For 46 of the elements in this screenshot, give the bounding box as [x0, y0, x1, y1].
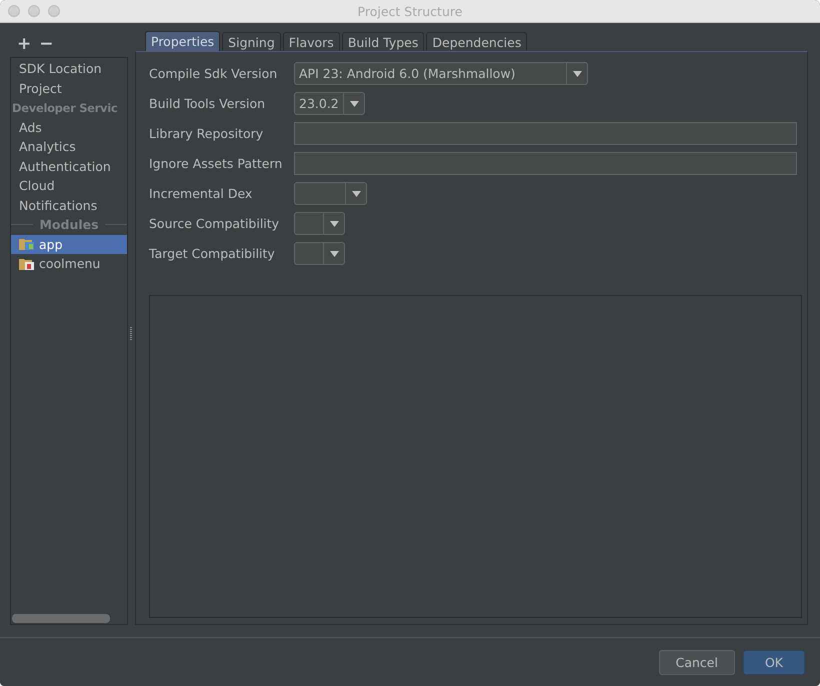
module-folder-icon [19, 237, 35, 252]
ok-button[interactable]: OK [742, 650, 805, 674]
window-title: Project Structure [358, 4, 462, 18]
dropdown[interactable]: API 23: Android 6.0 (Marshmallow) [294, 62, 588, 85]
tab[interactable]: Flavors [282, 32, 340, 51]
tab[interactable]: Build Types [342, 32, 424, 51]
field-label: Compile Sdk Version [149, 66, 278, 81]
sidebar-item[interactable]: Ads [11, 118, 127, 137]
close-button[interactable] [8, 5, 20, 17]
dropdown[interactable] [294, 212, 345, 235]
zoom-button[interactable] [48, 5, 60, 17]
sidebar-item[interactable]: SDK Location [11, 59, 127, 78]
field-label: Ignore Assets Pattern [149, 156, 284, 171]
field-label: Target Compatibility [149, 246, 276, 261]
sidebar-item[interactable]: Authentication [11, 156, 127, 176]
sidebar-item[interactable]: Notifications [11, 196, 127, 215]
input-field[interactable] [294, 122, 797, 145]
input-field[interactable] [294, 152, 797, 175]
caret-icon [572, 70, 582, 76]
dropdown[interactable]: 23.0.2 [294, 92, 365, 115]
add-button[interactable]: + [17, 34, 32, 54]
caret-icon [352, 190, 360, 196]
dropdown[interactable] [294, 242, 345, 265]
caret-icon [330, 250, 338, 256]
minimize-button[interactable] [28, 5, 40, 17]
section-header: Modules [39, 217, 99, 232]
field-label: Library Repository [149, 126, 264, 141]
remove-button[interactable]: − [39, 34, 54, 54]
module-folder-icon [19, 256, 35, 271]
tab[interactable]: Properties [145, 31, 220, 51]
sidebar-item[interactable]: Cloud [11, 176, 127, 196]
cancel-button[interactable]: Cancel [658, 650, 735, 674]
module-item[interactable]: app [11, 234, 127, 254]
caret-icon [350, 100, 358, 106]
tab[interactable]: Signing [222, 32, 281, 51]
field-label: Incremental Dex [149, 186, 254, 201]
sidebar-item[interactable]: Analytics [11, 137, 127, 156]
splitter-grip-icon[interactable] [130, 327, 133, 341]
module-item[interactable]: coolmenu [11, 254, 127, 274]
scrollbar[interactable] [12, 614, 110, 623]
tab[interactable]: Dependencies [426, 32, 528, 51]
field-label: Source Compatibility [149, 216, 280, 231]
sidebar-item[interactable]: Project [11, 78, 127, 98]
caret-icon [330, 220, 338, 226]
section-header: Developer Servic [12, 100, 118, 115]
field-label: Build Tools Version [149, 96, 266, 111]
